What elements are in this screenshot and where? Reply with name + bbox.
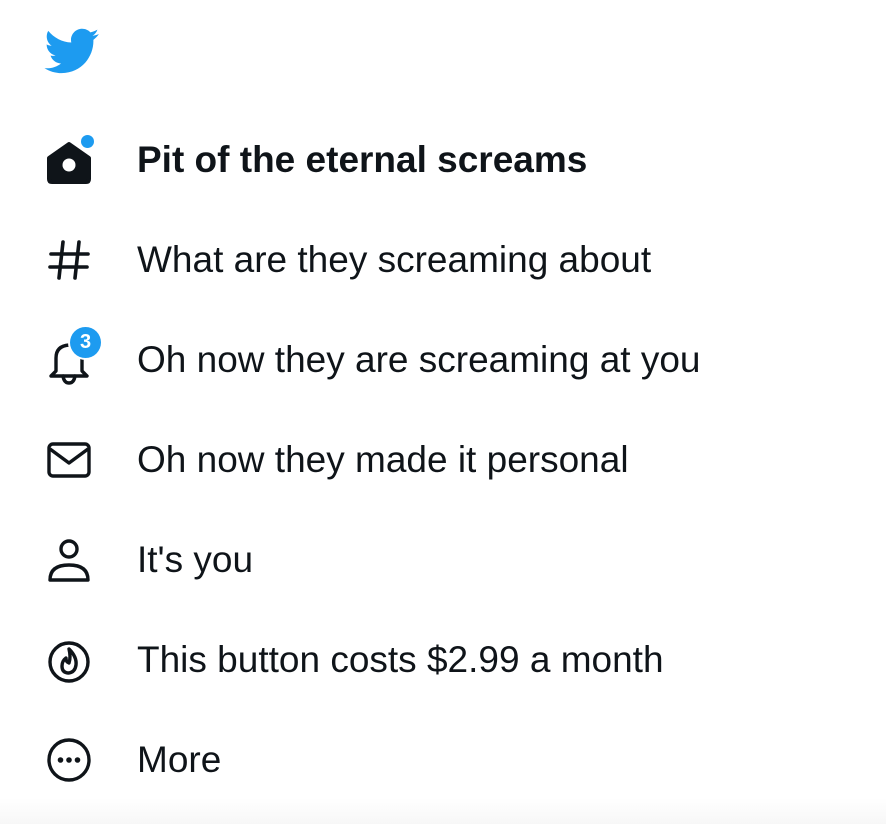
hashtag-icon: [40, 231, 98, 289]
sidebar: Pit of the eternal screams What are they…: [0, 0, 886, 824]
nav-item-explore[interactable]: What are they screaming about: [0, 210, 886, 310]
primary-nav: Pit of the eternal screams What are they…: [0, 110, 886, 810]
nav-item-label: It's you: [137, 539, 254, 580]
flame-icon: [40, 631, 98, 689]
notification-badge: 3: [70, 327, 101, 358]
twitter-bird-icon[interactable]: [42, 26, 100, 76]
nav-item-label: More: [137, 739, 222, 780]
unread-dot: [81, 135, 94, 148]
envelope-icon: [40, 431, 98, 489]
bottom-fade: [0, 798, 886, 824]
home-icon: [40, 131, 98, 189]
nav-item-label: This button costs $2.99 a month: [137, 639, 664, 680]
nav-item-profile[interactable]: It's you: [0, 510, 886, 610]
nav-item-label: Oh now they are screaming at you: [137, 339, 701, 380]
nav-item-label: Oh now they made it personal: [137, 439, 629, 480]
nav-item-home[interactable]: Pit of the eternal screams: [0, 110, 886, 210]
nav-item-notifications[interactable]: 3 Oh now they are screaming at you: [0, 310, 886, 410]
more-circle-icon: [40, 731, 98, 789]
nav-item-label: Pit of the eternal screams: [137, 139, 588, 180]
nav-item-more[interactable]: More: [0, 710, 886, 810]
nav-item-messages[interactable]: Oh now they made it personal: [0, 410, 886, 510]
nav-item-label: What are they screaming about: [137, 239, 652, 280]
profile-icon: [40, 531, 98, 589]
nav-item-premium[interactable]: This button costs $2.99 a month: [0, 610, 886, 710]
bell-icon: 3: [40, 327, 101, 389]
